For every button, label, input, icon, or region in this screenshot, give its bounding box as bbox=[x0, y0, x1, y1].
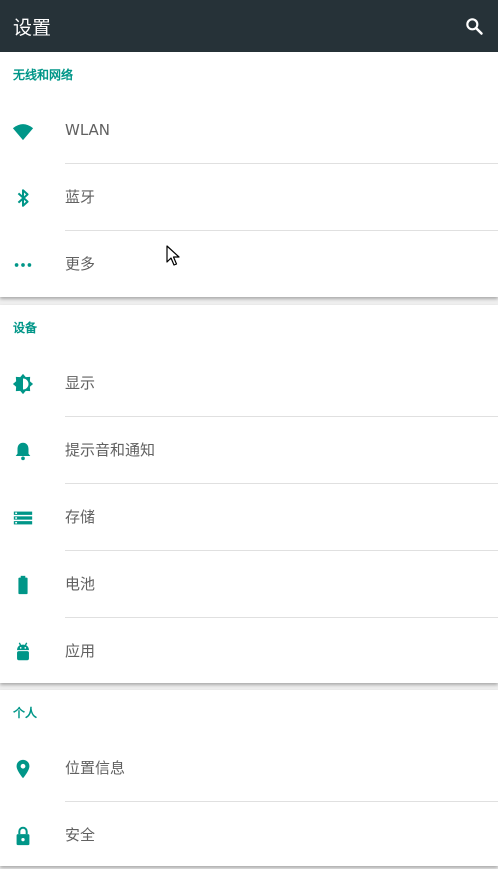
settings-item-display[interactable]: 显示 bbox=[0, 350, 498, 417]
android-icon bbox=[17, 642, 29, 661]
settings-item-label: WLAN bbox=[65, 121, 111, 139]
search-icon[interactable] bbox=[464, 16, 484, 36]
page-title: 设置 bbox=[13, 16, 52, 39]
lock-icon bbox=[16, 826, 30, 846]
wifi-icon bbox=[12, 124, 34, 141]
settings-item-label: 电池 bbox=[65, 575, 96, 593]
bluetooth-icon bbox=[17, 189, 29, 207]
section-header-wireless: 无线和网络 bbox=[13, 68, 74, 82]
settings-item-storage[interactable]: 存储 bbox=[0, 484, 498, 551]
settings-item-label: 蓝牙 bbox=[65, 188, 96, 206]
settings-item-label: 提示音和通知 bbox=[65, 441, 156, 459]
settings-item-label: 应用 bbox=[65, 642, 96, 660]
section-header-device: 设备 bbox=[13, 321, 38, 335]
bell-icon bbox=[15, 442, 31, 461]
app-bar: 设置 bbox=[0, 0, 498, 52]
section-personal: 个人 位置信息 安全 bbox=[0, 690, 498, 866]
settings-item-apps[interactable]: 应用 bbox=[0, 618, 498, 685]
settings-item-label: 更多 bbox=[65, 255, 96, 273]
settings-item-wlan[interactable]: WLAN bbox=[0, 97, 498, 164]
mouse-cursor-icon bbox=[166, 245, 180, 266]
storage-icon bbox=[13, 511, 33, 525]
settings-item-bluetooth[interactable]: 蓝牙 bbox=[0, 164, 498, 231]
settings-item-label: 存储 bbox=[65, 508, 96, 526]
settings-item-label: 位置信息 bbox=[65, 759, 126, 777]
location-icon bbox=[16, 759, 30, 779]
more-dots-icon bbox=[14, 263, 32, 267]
settings-item-location[interactable]: 位置信息 bbox=[0, 735, 498, 802]
settings-item-label: 显示 bbox=[65, 374, 96, 392]
section-device: 设备 显示 提示音和通知 存储 电池 应用 bbox=[0, 305, 498, 683]
settings-item-label: 安全 bbox=[65, 826, 96, 844]
settings-item-security[interactable]: 安全 bbox=[0, 802, 498, 869]
settings-item-more[interactable]: 更多 bbox=[0, 231, 498, 298]
section-header-personal: 个人 bbox=[13, 706, 38, 720]
settings-item-sound-notification[interactable]: 提示音和通知 bbox=[0, 417, 498, 484]
brightness-icon bbox=[12, 373, 34, 395]
settings-item-battery[interactable]: 电池 bbox=[0, 551, 498, 618]
section-wireless-networks: 无线和网络 WLAN 蓝牙 更多 bbox=[0, 52, 498, 297]
battery-icon bbox=[18, 575, 28, 595]
